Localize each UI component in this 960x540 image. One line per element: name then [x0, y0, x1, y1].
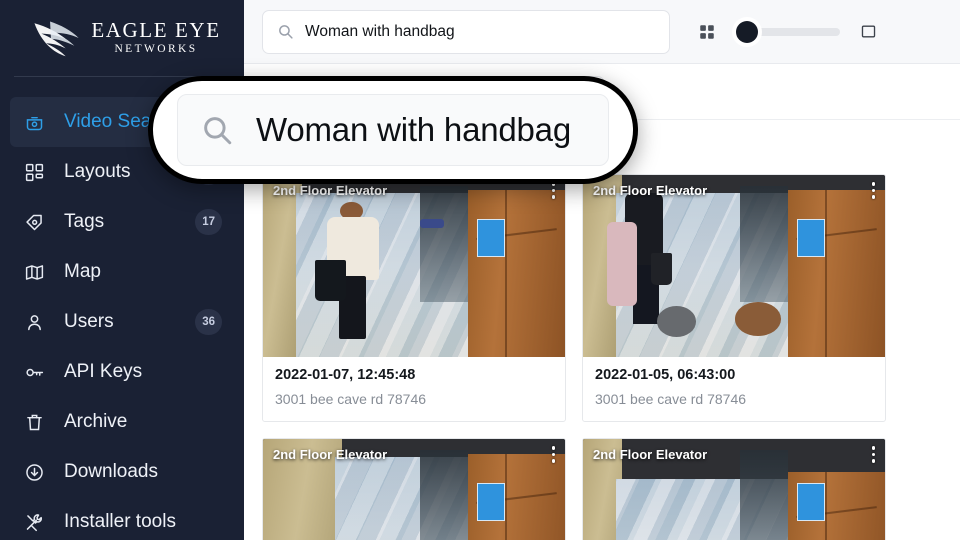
kebab-menu-icon[interactable] [551, 182, 555, 199]
brand-logo[interactable]: EAGLE EYE NETWORKS [0, 0, 244, 76]
tools-icon [22, 510, 46, 534]
sidebar-item-tags[interactable]: Tags 17 [10, 197, 234, 247]
single-view-icon[interactable] [860, 23, 877, 40]
camera-thumbnail[interactable]: 2nd Floor Elevator [263, 439, 565, 540]
sidebar-item-downloads[interactable]: Downloads [10, 447, 234, 497]
card-timestamp: 2022-01-05, 06:43:00 [595, 367, 736, 383]
zoom-slider[interactable] [736, 20, 840, 43]
kebab-menu-icon[interactable] [551, 446, 555, 463]
video-search-icon [22, 110, 46, 134]
callout-search-field[interactable]: Woman with handbag [177, 94, 609, 166]
card-timestamp: 2022-01-07, 12:45:48 [275, 367, 416, 383]
search-value: Woman with handbag [305, 22, 455, 40]
camera-thumbnail[interactable]: 2nd Floor Elevator [263, 175, 565, 357]
scene-artwork [583, 175, 885, 357]
result-card[interactable]: 2nd Floor Elevator 2022-01-05, 06:43:00 … [582, 174, 886, 422]
brand-subtitle: NETWORKS [114, 43, 198, 56]
sidebar-item-map[interactable]: Map [10, 247, 234, 297]
top-bar: Woman with handbag [244, 0, 960, 64]
download-circle-icon [22, 460, 46, 484]
result-card[interactable]: 2nd Floor Elevator 2022-01- 3001 bee [262, 438, 566, 540]
slider-knob[interactable] [736, 20, 758, 43]
kebab-menu-icon[interactable] [871, 182, 875, 199]
camera-thumbnail[interactable]: 2nd Floor Elevator [583, 175, 885, 357]
sidebar-item-label: Users [64, 311, 114, 332]
sidebar-item-label: Archive [64, 411, 128, 432]
card-address: 3001 bee cave rd 78746 [275, 391, 427, 407]
archive-trash-icon [22, 410, 46, 434]
search-icon [277, 23, 294, 40]
sidebar-item-label: API Keys [64, 361, 143, 382]
camera-name: 2nd Floor Elevator [593, 183, 708, 198]
sidebar-item-label: Layouts [64, 161, 131, 182]
grid-view-icon[interactable] [698, 23, 716, 41]
layouts-icon [22, 160, 46, 184]
eagle-wing-icon [31, 18, 83, 58]
sidebar-item-label: Downloads [64, 461, 158, 482]
map-icon [22, 260, 46, 284]
sidebar-item-label: Tags [64, 211, 105, 232]
search-magnifier-callout: Woman with handbag [148, 76, 638, 184]
top-bar-tools [698, 20, 877, 43]
key-icon [22, 360, 46, 384]
sidebar-item-api-keys[interactable]: API Keys [10, 347, 234, 397]
sidebar-item-users[interactable]: Users 36 [10, 297, 234, 347]
results-grid: 2nd Floor Elevator 2022-01-07, 12:45:48 … [244, 166, 960, 540]
search-input[interactable]: Woman with handbag [262, 9, 670, 54]
result-card[interactable]: 2nd Floor Elevator [582, 438, 886, 540]
tag-icon [22, 210, 46, 234]
app-root: EAGLE EYE NETWORKS Video Search Layouts … [0, 0, 960, 540]
sidebar-item-label: Installer tools [64, 511, 176, 532]
brand-name: EAGLE EYE [91, 18, 221, 43]
card-meta: 2022-01-07, 12:45:48 3001 bee cave rd 78… [263, 357, 565, 421]
camera-thumbnail[interactable]: 2nd Floor Elevator [583, 439, 885, 540]
search-icon [200, 113, 234, 147]
sidebar-badge: 17 [195, 209, 222, 235]
scene-artwork [263, 175, 565, 357]
camera-name: 2nd Floor Elevator [273, 183, 388, 198]
sidebar-item-archive[interactable]: Archive [10, 397, 234, 447]
sidebar-item-label: Map [64, 261, 101, 282]
kebab-menu-icon[interactable] [871, 446, 875, 463]
camera-name: 2nd Floor Elevator [273, 447, 388, 462]
card-address: 3001 bee cave rd 78746 [595, 391, 747, 407]
callout-search-value: Woman with handbag [256, 111, 571, 148]
sidebar-item-installer-tools[interactable]: Installer tools [10, 497, 234, 540]
sidebar-badge: 36 [195, 309, 222, 335]
result-card[interactable]: 2nd Floor Elevator 2022-01-07, 12:45:48 … [262, 174, 566, 422]
card-meta: 2022-01-05, 06:43:00 3001 bee cave rd 78… [583, 357, 885, 421]
camera-name: 2nd Floor Elevator [593, 447, 708, 462]
user-icon [22, 310, 46, 334]
